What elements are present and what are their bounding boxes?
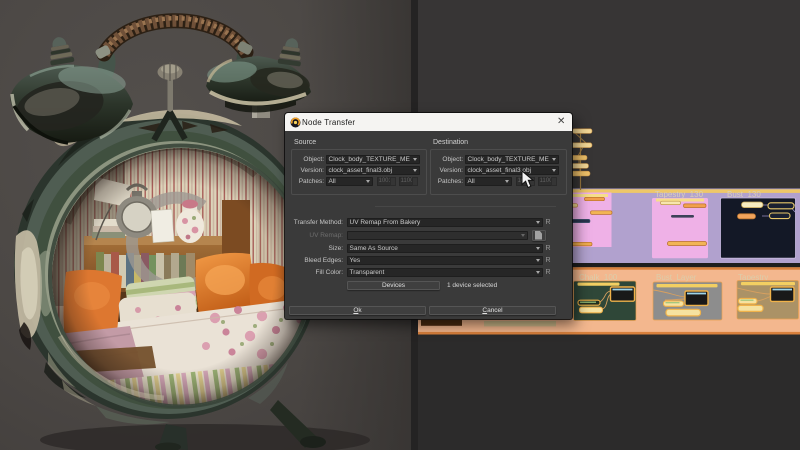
svg-text:Bust_Layer: Bust_Layer [656, 273, 697, 282]
svg-text:Tapestry_130: Tapestry_130 [655, 190, 704, 199]
